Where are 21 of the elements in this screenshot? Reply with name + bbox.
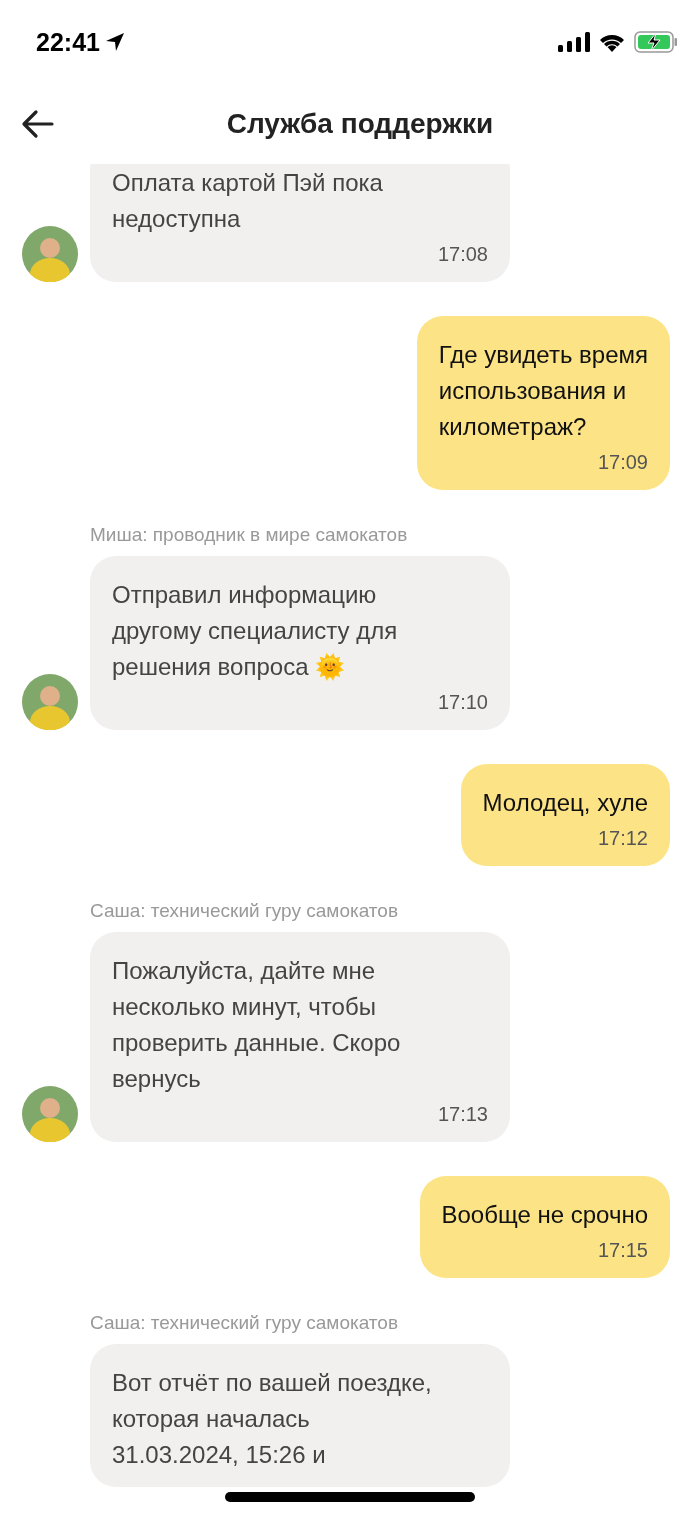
wifi-icon [598, 32, 626, 52]
signal-icon [558, 32, 590, 52]
battery-charging-icon [634, 31, 678, 53]
message-time: 17:12 [596, 826, 648, 851]
message-text: Где увидеть время использования и километраж? [438, 340, 648, 442]
message-time: 17:09 [596, 450, 648, 475]
message-text: Отправил информацию другому специалисту для решения вопроса 🌞 [112, 580, 399, 683]
message-time: 17:10 [436, 690, 488, 715]
message-time: 17:08 [436, 242, 488, 267]
message-text: Вообще не срочно [441, 1200, 648, 1230]
sender-name: Саша: технический гуру самокатов [90, 900, 399, 922]
sender-name: Миша: проводник в мире самокатов [90, 524, 409, 546]
message-time: 17:15 [596, 1238, 648, 1263]
message-time: 17:13 [436, 1102, 488, 1127]
message-text: Оплата картой Пэй пока недоступна [112, 168, 384, 234]
status-time: 22:41 [36, 27, 100, 57]
screen-title: Служба поддержки [226, 108, 494, 140]
message-text: Пожалуйста, дайте мне несколько минут, чтобы проверить данные. Скоро вернусь [112, 956, 402, 1094]
message-text: Вот отчёт по вашей поездке, которая началась 31.03.2024, 15:26 и [112, 1368, 433, 1470]
sender-name: Саша: технический гуру самокатов [90, 1312, 399, 1334]
message-text: Молодец, хуле [482, 788, 648, 818]
